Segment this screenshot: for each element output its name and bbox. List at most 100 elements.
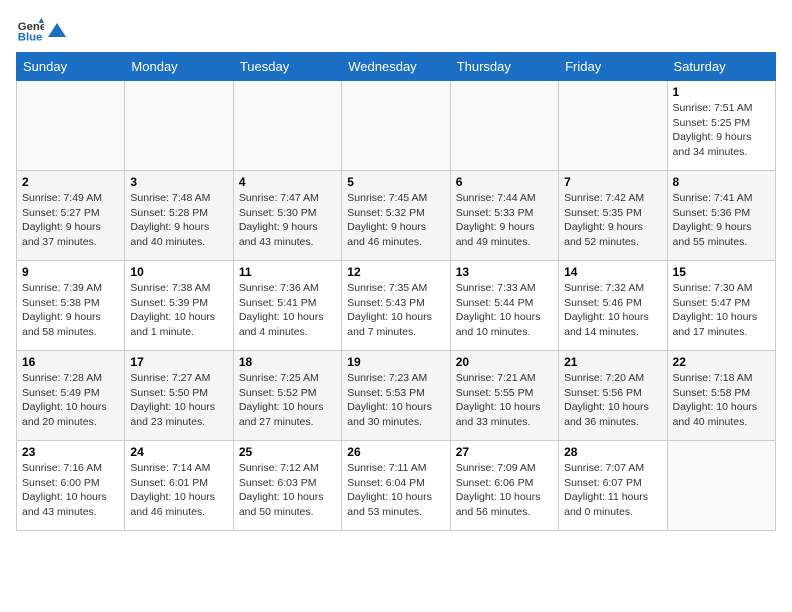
day-info: Sunrise: 7:14 AM Sunset: 6:01 PM Dayligh… xyxy=(130,461,227,520)
calendar-cell: 22 Sunrise: 7:18 AM Sunset: 5:58 PM Dayli… xyxy=(667,351,775,441)
day-info: Sunrise: 7:16 AM Sunset: 6:00 PM Dayligh… xyxy=(22,461,119,520)
day-number: 3 xyxy=(130,175,227,189)
calendar-cell xyxy=(17,81,125,171)
calendar-cell: 12Sunrise: 7:35 AM Sunset: 5:43 PM Dayli… xyxy=(342,261,450,351)
calendar-cell: 20 Sunrise: 7:21 AM Sunset: 5:55 PM Dayli… xyxy=(450,351,558,441)
day-number: 24 xyxy=(130,445,227,459)
day-info: Sunrise: 7:18 AM Sunset: 5:58 PM Dayligh… xyxy=(673,371,770,430)
day-number: 25 xyxy=(239,445,336,459)
day-info: Sunrise: 7:49 AM Sunset: 5:27 PM Dayligh… xyxy=(22,191,119,250)
day-number: 27 xyxy=(456,445,553,459)
calendar-cell: 17Sunrise: 7:27 AM Sunset: 5:50 PM Dayli… xyxy=(125,351,233,441)
calendar-cell: 16 Sunrise: 7:28 AM Sunset: 5:49 PM Dayli… xyxy=(17,351,125,441)
day-info: Sunrise: 7:44 AM Sunset: 5:33 PM Dayligh… xyxy=(456,191,553,250)
calendar-cell: 18 Sunrise: 7:25 AM Sunset: 5:52 PM Dayli… xyxy=(233,351,341,441)
column-header-monday: Monday xyxy=(125,53,233,81)
calendar-cell: 4 Sunrise: 7:47 AM Sunset: 5:30 PM Daylig… xyxy=(233,171,341,261)
day-info: Sunrise: 7:45 AM Sunset: 5:32 PM Dayligh… xyxy=(347,191,444,250)
page-header: General Blue xyxy=(16,16,776,44)
day-info: Sunrise: 7:36 AM Sunset: 5:41 PM Dayligh… xyxy=(239,281,336,340)
day-number: 1 xyxy=(673,85,770,99)
day-info: Sunrise: 7:30 AM Sunset: 5:47 PM Dayligh… xyxy=(673,281,770,340)
calendar-cell: 28 Sunrise: 7:07 AM Sunset: 6:07 PM Dayli… xyxy=(559,441,667,531)
calendar-cell xyxy=(342,81,450,171)
column-header-thursday: Thursday xyxy=(450,53,558,81)
calendar-cell: 9 Sunrise: 7:39 AM Sunset: 5:38 PM Daylig… xyxy=(17,261,125,351)
calendar-cell: 8 Sunrise: 7:41 AM Sunset: 5:36 PM Daylig… xyxy=(667,171,775,261)
day-info: Sunrise: 7:28 AM Sunset: 5:49 PM Dayligh… xyxy=(22,371,119,430)
logo-icon: General Blue xyxy=(16,16,44,44)
day-number: 21 xyxy=(564,355,661,369)
logo: General Blue xyxy=(16,16,66,44)
day-number: 18 xyxy=(239,355,336,369)
day-info: Sunrise: 7:07 AM Sunset: 6:07 PM Dayligh… xyxy=(564,461,661,520)
calendar-cell: 1 Sunrise: 7:51 AM Sunset: 5:25 PM Daylig… xyxy=(667,81,775,171)
calendar-cell xyxy=(667,441,775,531)
day-number: 16 xyxy=(22,355,119,369)
calendar-cell xyxy=(450,81,558,171)
calendar-cell xyxy=(233,81,341,171)
calendar-week-row: 9 Sunrise: 7:39 AM Sunset: 5:38 PM Daylig… xyxy=(17,261,776,351)
calendar-week-row: 16 Sunrise: 7:28 AM Sunset: 5:49 PM Dayli… xyxy=(17,351,776,441)
day-number: 9 xyxy=(22,265,119,279)
calendar-cell: 6 Sunrise: 7:44 AM Sunset: 5:33 PM Daylig… xyxy=(450,171,558,261)
column-header-sunday: Sunday xyxy=(17,53,125,81)
calendar-week-row: 1 Sunrise: 7:51 AM Sunset: 5:25 PM Daylig… xyxy=(17,81,776,171)
calendar-cell: 10Sunrise: 7:38 AM Sunset: 5:39 PM Dayli… xyxy=(125,261,233,351)
calendar-cell: 26Sunrise: 7:11 AM Sunset: 6:04 PM Dayli… xyxy=(342,441,450,531)
column-header-tuesday: Tuesday xyxy=(233,53,341,81)
day-number: 20 xyxy=(456,355,553,369)
day-number: 14 xyxy=(564,265,661,279)
calendar-cell: 25 Sunrise: 7:12 AM Sunset: 6:03 PM Dayli… xyxy=(233,441,341,531)
day-info: Sunrise: 7:09 AM Sunset: 6:06 PM Dayligh… xyxy=(456,461,553,520)
day-number: 13 xyxy=(456,265,553,279)
day-number: 12 xyxy=(347,265,444,279)
day-info: Sunrise: 7:33 AM Sunset: 5:44 PM Dayligh… xyxy=(456,281,553,340)
calendar-cell: 14 Sunrise: 7:32 AM Sunset: 5:46 PM Dayli… xyxy=(559,261,667,351)
calendar-cell xyxy=(559,81,667,171)
day-number: 15 xyxy=(673,265,770,279)
calendar-week-row: 23 Sunrise: 7:16 AM Sunset: 6:00 PM Dayli… xyxy=(17,441,776,531)
day-info: Sunrise: 7:51 AM Sunset: 5:25 PM Dayligh… xyxy=(673,101,770,160)
column-header-friday: Friday xyxy=(559,53,667,81)
calendar-cell: 15 Sunrise: 7:30 AM Sunset: 5:47 PM Dayli… xyxy=(667,261,775,351)
day-info: Sunrise: 7:11 AM Sunset: 6:04 PM Dayligh… xyxy=(347,461,444,520)
calendar-cell: 27 Sunrise: 7:09 AM Sunset: 6:06 PM Dayli… xyxy=(450,441,558,531)
calendar-cell: 24 Sunrise: 7:14 AM Sunset: 6:01 PM Dayli… xyxy=(125,441,233,531)
calendar-cell: 11 Sunrise: 7:36 AM Sunset: 5:41 PM Dayli… xyxy=(233,261,341,351)
day-number: 19 xyxy=(347,355,444,369)
day-info: Sunrise: 7:23 AM Sunset: 5:53 PM Dayligh… xyxy=(347,371,444,430)
day-number: 2 xyxy=(22,175,119,189)
svg-text:Blue: Blue xyxy=(18,32,43,44)
day-number: 6 xyxy=(456,175,553,189)
day-info: Sunrise: 7:41 AM Sunset: 5:36 PM Dayligh… xyxy=(673,191,770,250)
day-info: Sunrise: 7:42 AM Sunset: 5:35 PM Dayligh… xyxy=(564,191,661,250)
calendar-header-row: SundayMondayTuesdayWednesdayThursdayFrid… xyxy=(17,53,776,81)
calendar-cell: 19 Sunrise: 7:23 AM Sunset: 5:53 PM Dayli… xyxy=(342,351,450,441)
day-info: Sunrise: 7:48 AM Sunset: 5:28 PM Dayligh… xyxy=(130,191,227,250)
day-info: Sunrise: 7:25 AM Sunset: 5:52 PM Dayligh… xyxy=(239,371,336,430)
day-number: 23 xyxy=(22,445,119,459)
calendar-cell: 21 Sunrise: 7:20 AM Sunset: 5:56 PM Dayli… xyxy=(559,351,667,441)
day-number: 17 xyxy=(130,355,227,369)
calendar-week-row: 2 Sunrise: 7:49 AM Sunset: 5:27 PM Daylig… xyxy=(17,171,776,261)
day-info: Sunrise: 7:39 AM Sunset: 5:38 PM Dayligh… xyxy=(22,281,119,340)
calendar-cell: 7 Sunrise: 7:42 AM Sunset: 5:35 PM Daylig… xyxy=(559,171,667,261)
day-number: 28 xyxy=(564,445,661,459)
calendar-cell: 23 Sunrise: 7:16 AM Sunset: 6:00 PM Dayli… xyxy=(17,441,125,531)
day-info: Sunrise: 7:21 AM Sunset: 5:55 PM Dayligh… xyxy=(456,371,553,430)
calendar-cell: 2 Sunrise: 7:49 AM Sunset: 5:27 PM Daylig… xyxy=(17,171,125,261)
column-header-wednesday: Wednesday xyxy=(342,53,450,81)
day-info: Sunrise: 7:32 AM Sunset: 5:46 PM Dayligh… xyxy=(564,281,661,340)
day-info: Sunrise: 7:20 AM Sunset: 5:56 PM Dayligh… xyxy=(564,371,661,430)
day-number: 4 xyxy=(239,175,336,189)
day-number: 8 xyxy=(673,175,770,189)
day-info: Sunrise: 7:12 AM Sunset: 6:03 PM Dayligh… xyxy=(239,461,336,520)
day-info: Sunrise: 7:47 AM Sunset: 5:30 PM Dayligh… xyxy=(239,191,336,250)
calendar-cell: 5Sunrise: 7:45 AM Sunset: 5:32 PM Daylig… xyxy=(342,171,450,261)
day-number: 7 xyxy=(564,175,661,189)
day-number: 22 xyxy=(673,355,770,369)
calendar-cell xyxy=(125,81,233,171)
day-number: 11 xyxy=(239,265,336,279)
calendar-cell: 3 Sunrise: 7:48 AM Sunset: 5:28 PM Daylig… xyxy=(125,171,233,261)
